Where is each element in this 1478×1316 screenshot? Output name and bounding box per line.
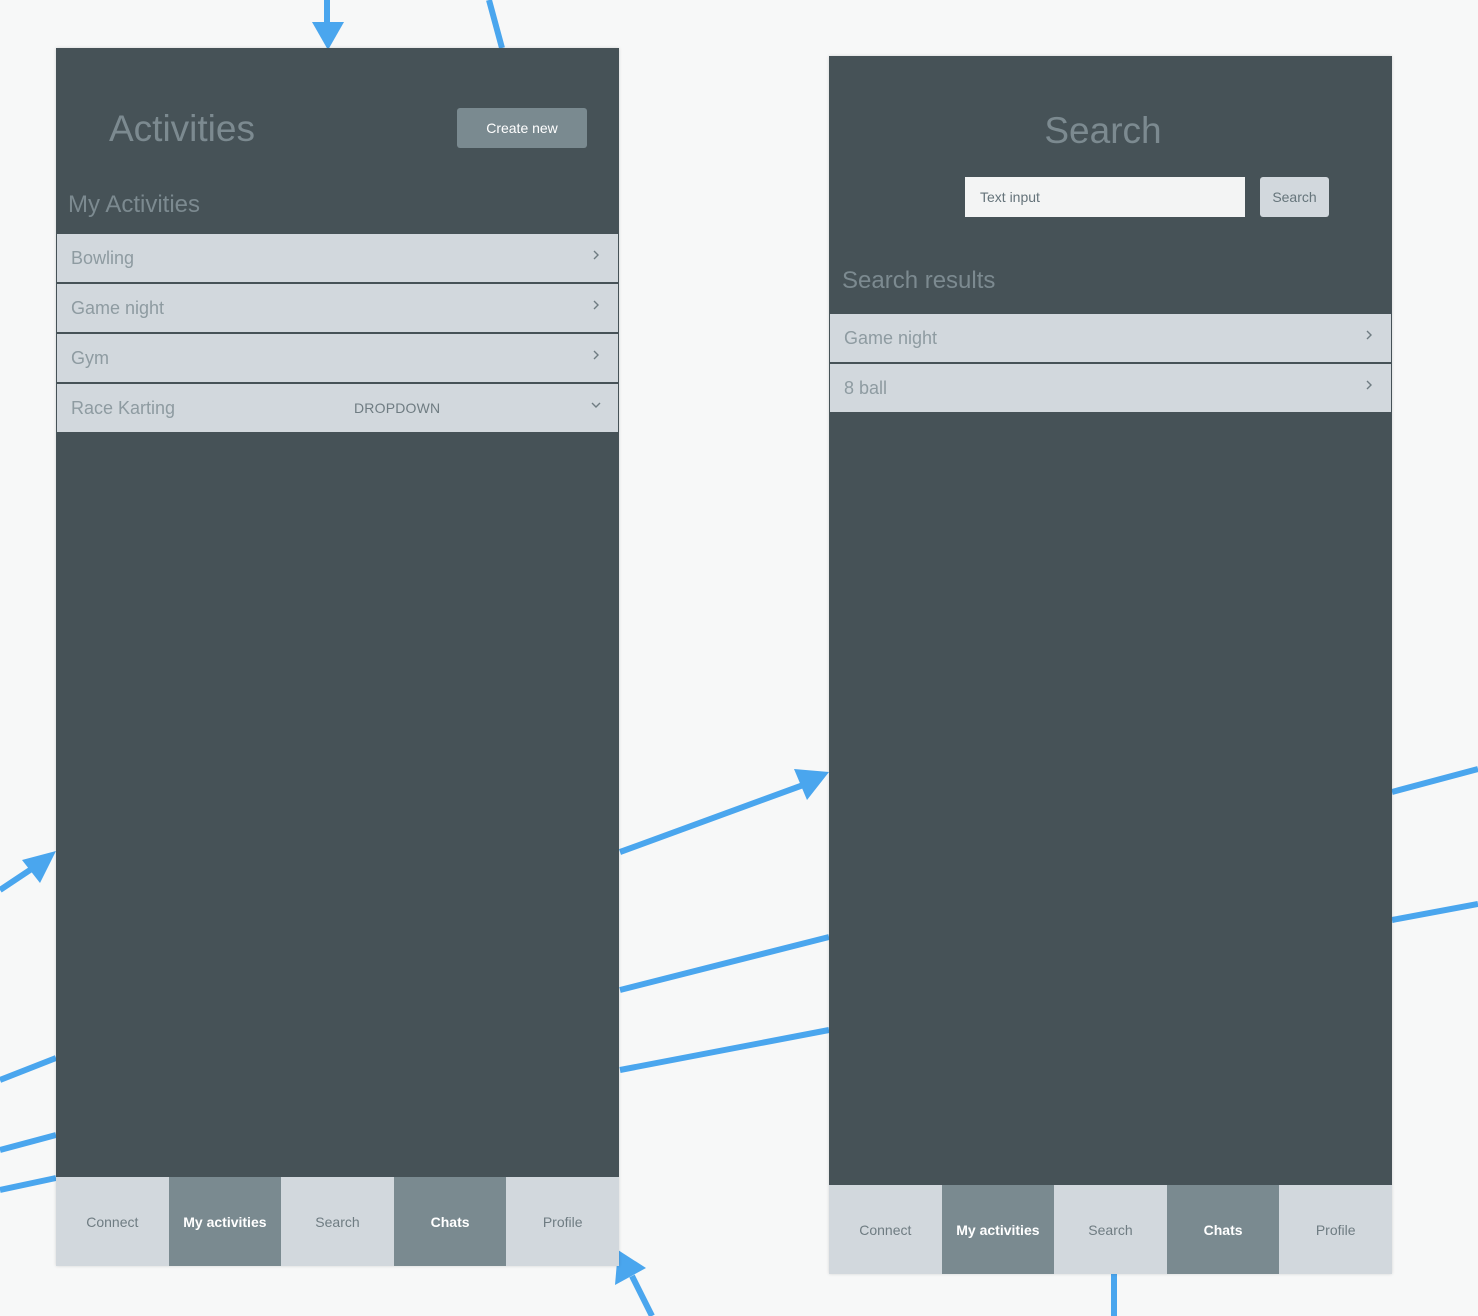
list-item[interactable]: Game night (57, 284, 618, 332)
tab-connect[interactable]: Connect (829, 1185, 942, 1274)
connector-line (1391, 901, 1478, 923)
list-item-label: Race Karting (71, 398, 176, 418)
tab-profile[interactable]: Profile (506, 1177, 619, 1266)
connector-line (619, 1027, 830, 1073)
list-item[interactable]: 8 ball (830, 364, 1391, 412)
chevron-right-icon (593, 350, 599, 360)
list-item-label: Gym (71, 348, 109, 368)
search-button[interactable]: Search (1260, 177, 1329, 217)
arrowhead (312, 22, 344, 50)
tab-profile[interactable]: Profile (1279, 1185, 1392, 1274)
page-title: Activities (109, 108, 255, 149)
tab-chats[interactable]: Chats (1166, 1185, 1280, 1274)
chevron-down-icon (591, 402, 601, 408)
list-item[interactable]: Bowling (57, 234, 618, 282)
dropdown-label: DROPDOWN (354, 400, 441, 416)
section-heading: My Activities (68, 191, 201, 218)
search-input[interactable]: Text input (965, 177, 1245, 217)
connector-line (629, 1274, 655, 1316)
chevron-right-icon (1366, 330, 1372, 340)
tab-bar: Connect My activities Search Chats Profi… (56, 1177, 619, 1266)
tab-search[interactable]: Search (1054, 1185, 1167, 1274)
chevron-right-icon (1366, 380, 1372, 390)
connector-line (619, 934, 830, 993)
arrowhead (22, 851, 56, 883)
tab-my-activities[interactable]: My activities (168, 1177, 282, 1266)
tab-chats[interactable]: Chats (393, 1177, 507, 1266)
activities-screen: Activities Create new My Activities Bowl… (56, 48, 619, 1266)
search-screen: Search Text input Search Search results … (829, 56, 1392, 1274)
chevron-right-icon (593, 250, 599, 260)
list-item-label: Bowling (71, 248, 135, 268)
connector-line (1391, 766, 1478, 795)
dropdown-item[interactable]: Race Karting DROPDOWN (57, 384, 618, 432)
tab-connect[interactable]: Connect (56, 1177, 169, 1266)
chevron-right-icon (593, 300, 599, 310)
section-heading: Search results (842, 267, 996, 294)
connector-line (0, 1175, 57, 1193)
connector-line (486, 0, 505, 49)
create-new-button[interactable]: Create new (457, 108, 587, 148)
page-title: Search (1044, 110, 1162, 151)
tab-bar: Connect My activities Search Chats Profi… (829, 1185, 1392, 1274)
list-item-label: Game night (71, 298, 165, 318)
list-item-label: 8 ball (844, 378, 888, 398)
list-item[interactable]: Game night (830, 314, 1391, 362)
connector-line (618, 781, 808, 855)
arrowhead (615, 1250, 646, 1285)
list-item[interactable]: Gym (57, 334, 618, 382)
connector-line (0, 1055, 58, 1083)
tab-search[interactable]: Search (281, 1177, 394, 1266)
list-item-label: Game night (844, 328, 938, 348)
connector-line (0, 1132, 57, 1153)
tab-my-activities[interactable]: My activities (941, 1185, 1055, 1274)
